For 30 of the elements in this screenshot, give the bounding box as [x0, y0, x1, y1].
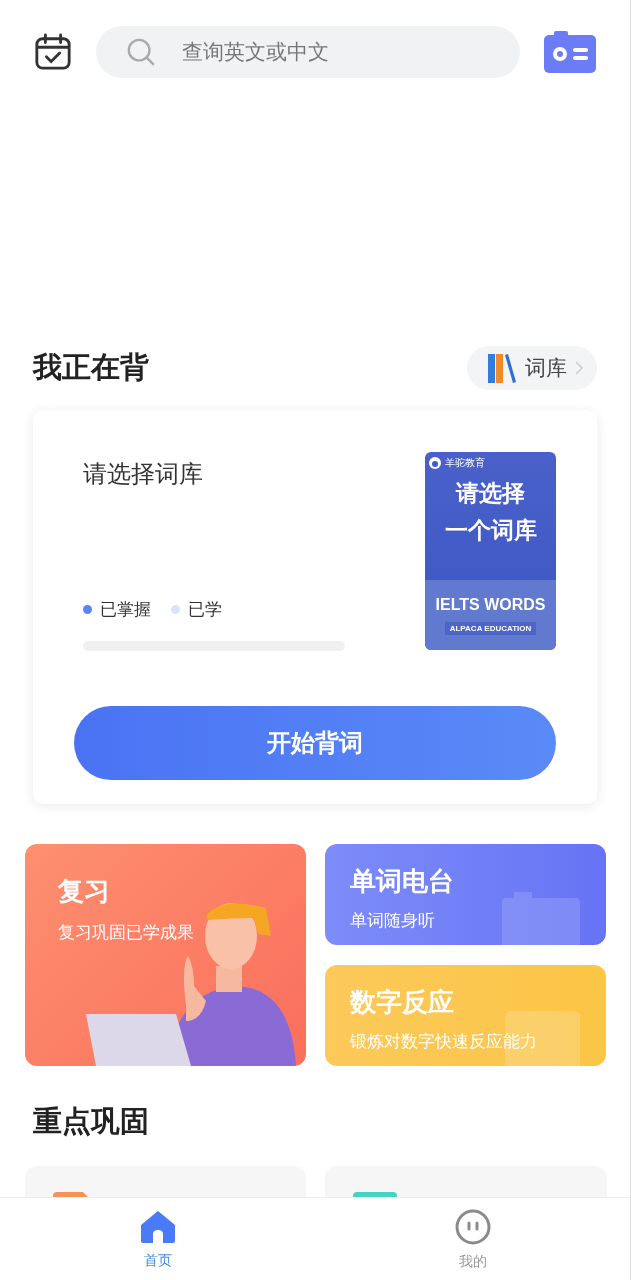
- feature-tile[interactable]: 单词电台 单词随身听: [325, 844, 606, 945]
- tile-subtitle: 复习巩固已学成果: [58, 921, 195, 944]
- legend-label: 已掌握: [100, 598, 151, 621]
- section-title: 重点巩固: [33, 1103, 150, 1140]
- tab[interactable]: 首页: [0, 1198, 315, 1280]
- face-icon: [454, 1208, 491, 1245]
- feature-tile[interactable]: 复习 复习巩固已学成果: [25, 844, 306, 1066]
- chevron-right-icon: [575, 361, 583, 375]
- tile-subtitle: 锻炼对数字快速反应能力: [350, 1030, 538, 1053]
- cover-title: 请选择: [456, 479, 525, 508]
- home-icon: [139, 1209, 176, 1244]
- books-icon: [487, 352, 517, 384]
- logo-icon: [429, 457, 441, 469]
- cover-subtitle: IELTS WORDS: [435, 595, 546, 614]
- cover-title: 一个词库: [444, 516, 537, 545]
- tile-title: 单词电台: [350, 865, 455, 898]
- calendar-icon[interactable]: [34, 33, 72, 71]
- tab[interactable]: 我的: [315, 1198, 630, 1280]
- legend-label: 已学: [188, 598, 222, 621]
- book-cover[interactable]: 羊驼教育 请选择 一个词库 IELTS WORDS ALPACA EDUCATION: [425, 452, 556, 650]
- library-button[interactable]: 词库: [467, 346, 597, 390]
- section-title: 我正在背: [33, 349, 149, 386]
- tile-title: 数字反应: [350, 986, 455, 1019]
- cover-publisher: ALPACA EDUCATION: [444, 621, 537, 635]
- start-button[interactable]: 开始背词: [74, 706, 556, 780]
- tile-subtitle: 单词随身听: [350, 909, 436, 932]
- brand-name: 羊驼教育: [445, 456, 485, 470]
- search-field[interactable]: 查询英文或中文: [96, 26, 520, 78]
- tile-title: 复习: [58, 875, 111, 908]
- book-prompt: 请选择词库: [83, 459, 204, 490]
